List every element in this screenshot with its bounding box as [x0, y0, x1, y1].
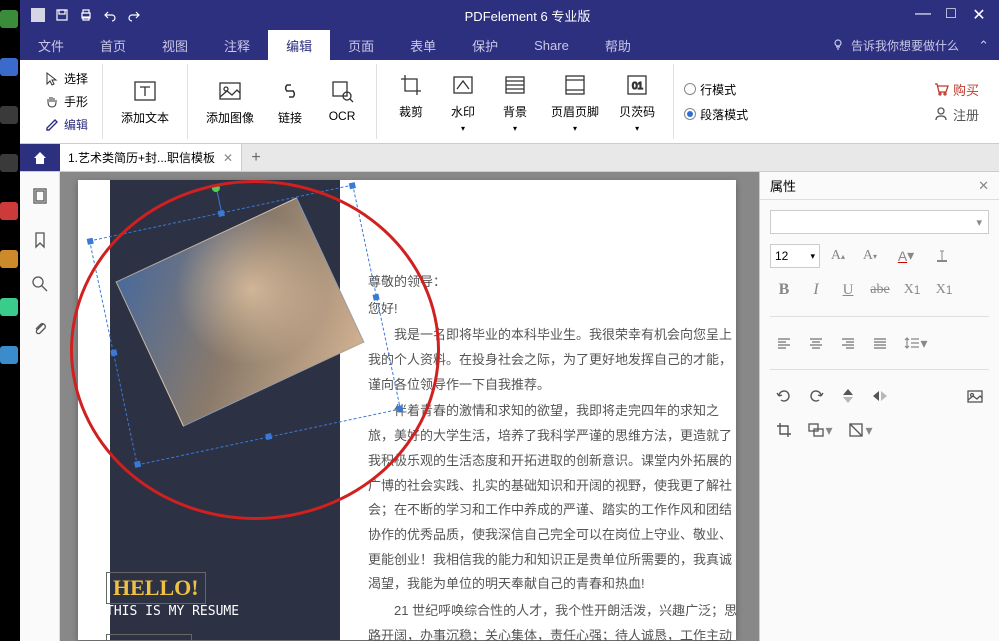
add-text-button[interactable]: 添加文本 — [113, 73, 177, 130]
app-window: PDFelement 6 专业版 — □ ✕ 文件 首页 视图 注释 编辑 页面… — [20, 0, 999, 641]
add-tab-button[interactable]: + — [242, 144, 270, 171]
close-panel-icon[interactable]: ✕ — [978, 178, 989, 194]
app-icon — [30, 7, 46, 23]
lightbulb-icon — [831, 38, 845, 52]
document-tab[interactable]: 1.艺术类简历+封...职信模板 ✕ — [60, 144, 242, 171]
replace-image-icon[interactable]: ▾ — [802, 418, 838, 442]
hello-heading: HELLO! — [106, 572, 206, 604]
add-image-button[interactable]: 添加图像 — [198, 73, 262, 130]
tab-comment[interactable]: 注释 — [206, 30, 268, 60]
tell-me-search[interactable]: 告诉我你想要做什么 — [831, 37, 999, 54]
name-tag: 筑鼎食代 — [106, 634, 192, 641]
increase-font-icon[interactable]: A▴ — [824, 244, 852, 268]
resume-subtitle: THIS IS MY RESUME — [106, 604, 239, 619]
background-button[interactable]: 背景▾ — [491, 67, 539, 137]
font-size-input[interactable]: 12▾ — [770, 244, 820, 268]
bookmarks-icon[interactable] — [28, 228, 52, 252]
document-tabs: 1.艺术类简历+封...职信模板 ✕ + — [20, 144, 999, 172]
desktop-icons — [0, 0, 20, 641]
align-right-icon[interactable] — [834, 331, 862, 355]
select-tool[interactable]: 选择 — [40, 68, 92, 89]
close-tab-icon[interactable]: ✕ — [223, 151, 233, 165]
search-icon[interactable] — [28, 272, 52, 296]
line-mode-radio[interactable]: 行模式 — [684, 81, 748, 98]
properties-panel: 属性 ✕ ▾ 12▾ A▴ A▾ A▾ B I U abe X1 — [759, 172, 999, 641]
cart-icon — [933, 81, 949, 97]
underline-icon[interactable]: U — [834, 278, 862, 302]
tab-protect[interactable]: 保护 — [454, 30, 516, 60]
bold-icon[interactable]: B — [770, 278, 798, 302]
tab-edit[interactable]: 编辑 — [268, 30, 330, 60]
paragraph-mode-radio[interactable]: 段落模式 — [684, 106, 748, 123]
thumbnails-icon[interactable] — [28, 184, 52, 208]
undo-icon[interactable] — [102, 7, 118, 23]
home-tab-button[interactable] — [20, 144, 60, 171]
tab-home[interactable]: 首页 — [82, 30, 144, 60]
document-canvas[interactable]: 尊敬的领导： 您好! 我是一名即将毕业的本科毕业生。我很荣幸有机会向您呈上我的个… — [60, 172, 759, 641]
align-justify-icon[interactable] — [866, 331, 894, 355]
watermark-button[interactable]: 水印▾ — [439, 67, 487, 137]
opacity-icon[interactable]: ▾ — [842, 418, 878, 442]
print-icon[interactable] — [78, 7, 94, 23]
subscript-icon[interactable]: X1 — [930, 278, 958, 302]
crop-image-icon[interactable] — [770, 418, 798, 442]
align-left-icon[interactable] — [770, 331, 798, 355]
font-color-icon[interactable]: A▾ — [888, 244, 924, 268]
ribbon: 选择 手形 编辑 添加文本 添加图像 链接 OCR 裁剪 水印▾ 背景▾ 页眉页… — [20, 60, 999, 144]
bates-button[interactable]: 01贝茨码▾ — [611, 67, 663, 137]
flip-vertical-icon[interactable] — [834, 384, 862, 408]
cover-letter-text: 尊敬的领导： 您好! 我是一名即将毕业的本科毕业生。我很荣幸有机会向您呈上我的个… — [368, 270, 738, 641]
maximize-button[interactable]: □ — [941, 5, 961, 25]
buy-button[interactable]: 购买 — [933, 80, 979, 99]
work-area: 尊敬的领导： 您好! 我是一名即将毕业的本科毕业生。我很荣幸有机会向您呈上我的个… — [20, 172, 999, 641]
left-sidebar — [20, 172, 60, 641]
line-spacing-icon[interactable]: ▾ — [898, 331, 934, 355]
ocr-button[interactable]: OCR — [318, 73, 366, 130]
italic-icon[interactable]: I — [802, 278, 830, 302]
app-title: PDFelement 6 专业版 — [142, 6, 913, 25]
rotate-right-icon[interactable] — [802, 384, 830, 408]
extract-image-icon[interactable] — [961, 384, 989, 408]
crop-button[interactable]: 裁剪 — [387, 67, 435, 137]
tab-view[interactable]: 视图 — [144, 30, 206, 60]
header-footer-button[interactable]: 页眉页脚▾ — [543, 67, 607, 137]
align-center-icon[interactable] — [802, 331, 830, 355]
properties-title: 属性 — [770, 176, 796, 195]
decrease-font-icon[interactable]: A▾ — [856, 244, 884, 268]
rotate-left-icon[interactable] — [770, 384, 798, 408]
user-icon — [933, 106, 949, 122]
tab-file[interactable]: 文件 — [20, 30, 82, 60]
flip-horizontal-icon[interactable] — [866, 384, 894, 408]
save-icon[interactable] — [54, 7, 70, 23]
tab-page[interactable]: 页面 — [330, 30, 392, 60]
edit-tool[interactable]: 编辑 — [40, 114, 92, 135]
tab-share[interactable]: Share — [516, 30, 587, 60]
document-tab-label: 1.艺术类简历+封...职信模板 — [68, 149, 215, 166]
highlight-icon[interactable] — [928, 244, 956, 268]
menu-bar: 文件 首页 视图 注释 编辑 页面 表单 保护 Share 帮助 告诉我你想要做… — [20, 30, 999, 60]
strikethrough-icon[interactable]: abe — [866, 278, 894, 302]
redo-icon[interactable] — [126, 7, 142, 23]
superscript-icon[interactable]: X1 — [898, 278, 926, 302]
register-button[interactable]: 注册 — [933, 105, 979, 124]
collapse-ribbon-icon[interactable]: ⌃ — [978, 38, 989, 54]
close-button[interactable]: ✕ — [969, 5, 989, 25]
link-button[interactable]: 链接 — [266, 73, 314, 130]
tab-form[interactable]: 表单 — [392, 30, 454, 60]
attachments-icon[interactable] — [28, 316, 52, 340]
hand-tool[interactable]: 手形 — [40, 91, 92, 112]
home-icon — [32, 150, 48, 166]
minimize-button[interactable]: — — [913, 5, 933, 25]
svg-text:01: 01 — [632, 81, 644, 92]
tab-help[interactable]: 帮助 — [587, 30, 649, 60]
title-bar: PDFelement 6 专业版 — □ ✕ — [20, 0, 999, 30]
font-family-select[interactable]: ▾ — [770, 210, 989, 234]
